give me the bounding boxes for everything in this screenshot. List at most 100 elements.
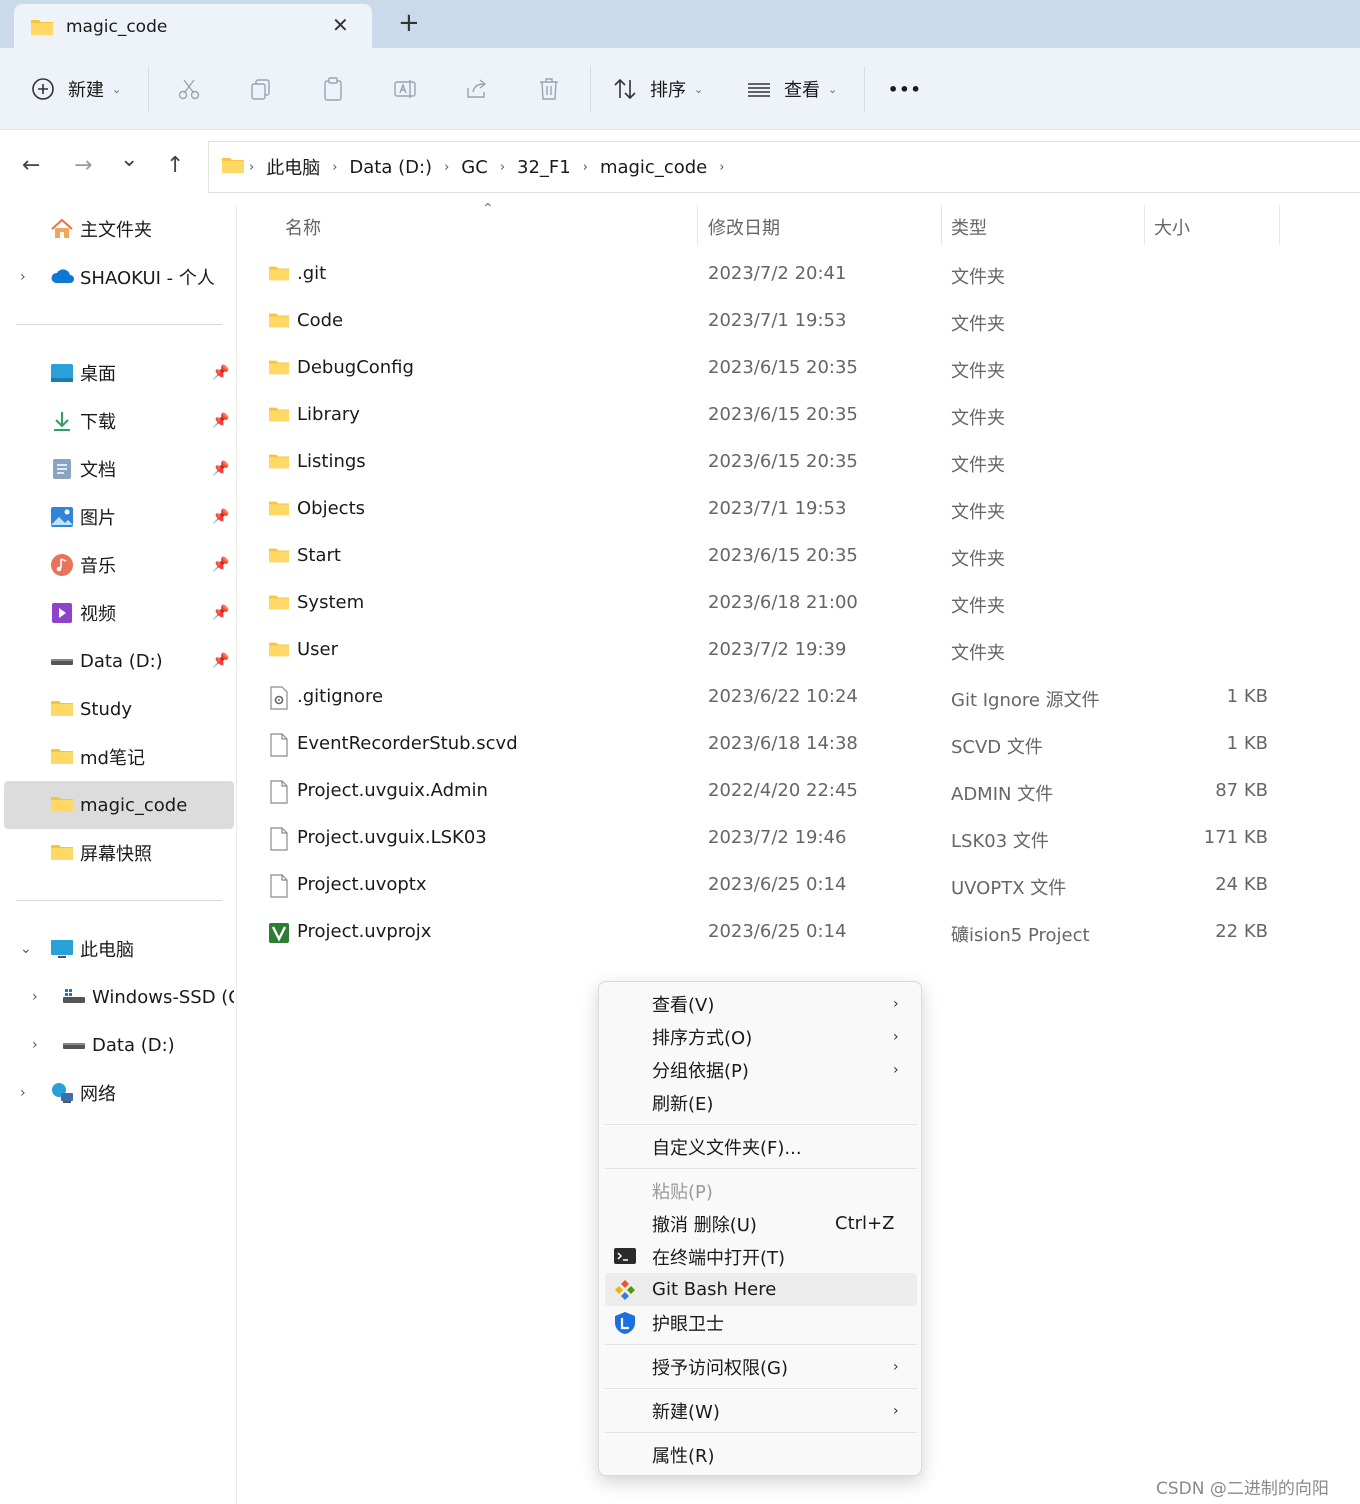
close-tab-icon[interactable]: ✕ [332, 13, 349, 37]
chevron-right-icon[interactable]: › [20, 1085, 26, 1101]
file-row[interactable]: Library 2023/6/15 20:35 文件夹 [238, 392, 1360, 439]
breadcrumb-32-f1[interactable]: 32_F1 [517, 157, 571, 178]
menu-item-undo-delete[interactable]: 撤消 删除(U) Ctrl+Z [605, 1207, 917, 1240]
column-header-size[interactable]: 大小 [1154, 205, 1190, 249]
breadcrumb-magic-code[interactable]: magic_code [600, 157, 707, 178]
sidebar-item-data-d[interactable]: › Data (D:) [0, 1021, 237, 1069]
sidebar-item-videos[interactable]: 视频 📌 [0, 589, 237, 637]
share-button[interactable] [464, 48, 490, 130]
sidebar-item-label: 音乐 [80, 556, 116, 577]
chevron-down-icon[interactable]: ⌄ [20, 941, 32, 957]
file-row[interactable]: Project.uvguix.LSK03 2023/7/2 19:46 LSK03 … [238, 815, 1360, 862]
pin-icon[interactable]: 📌 [212, 653, 229, 669]
sidebar-item-downloads[interactable]: 下载 📌 [0, 397, 237, 445]
sidebar-item-onedrive[interactable]: › SHAOKUI - 个人 [0, 253, 237, 301]
folder-icon [50, 841, 74, 865]
menu-item-git-bash-here[interactable]: Git Bash Here [605, 1273, 917, 1306]
sort-button[interactable]: 排序 ⌄ [612, 48, 703, 130]
chevron-right-icon: › [332, 159, 338, 175]
pin-icon[interactable]: 📌 [212, 509, 229, 525]
sidebar-item-music[interactable]: 音乐 📌 [0, 541, 237, 589]
chevron-right-icon[interactable]: › [32, 989, 38, 1005]
sidebar-item-home[interactable]: 主文件夹 [0, 205, 237, 253]
paste-button[interactable] [320, 48, 346, 130]
pin-icon[interactable]: 📌 [212, 365, 229, 381]
file-row[interactable]: Start 2023/6/15 20:35 文件夹 [238, 533, 1360, 580]
menu-item-customize-folder[interactable]: 自定义文件夹(F)... [605, 1130, 917, 1163]
pin-icon[interactable]: 📌 [212, 461, 229, 477]
sidebar-item-desktop[interactable]: 桌面 📌 [0, 349, 237, 397]
file-row[interactable]: EventRecorderStub.scvd 2023/6/18 14:38 SCV… [238, 721, 1360, 768]
pin-icon[interactable]: 📌 [212, 413, 229, 429]
menu-item-group[interactable]: 分组依据(P) › [605, 1053, 917, 1086]
menu-item-refresh[interactable]: 刷新(E) [605, 1086, 917, 1119]
column-divider[interactable] [697, 205, 698, 245]
copy-button[interactable] [248, 48, 274, 130]
breadcrumb-data-d[interactable]: Data (D:) [349, 157, 432, 178]
file-modified-date: 2023/6/15 20:35 [708, 545, 858, 566]
column-header-date[interactable]: 修改日期 [708, 205, 780, 249]
column-header-name[interactable]: 名称 [285, 205, 321, 249]
up-arrow-icon[interactable]: ↑ [166, 153, 184, 178]
more-options-button[interactable]: ••• [888, 48, 922, 130]
file-row[interactable]: .git 2023/7/2 20:41 文件夹 [238, 251, 1360, 298]
chevron-right-icon: › [719, 159, 725, 175]
menu-item-open-terminal[interactable]: 在终端中打开(T) [605, 1240, 917, 1273]
back-arrow-icon[interactable]: ← [22, 153, 40, 178]
file-row[interactable]: Project.uvprojx 2023/6/25 0:14 礦ision5 Pro… [238, 909, 1360, 956]
file-row[interactable]: User 2023/7/2 19:39 文件夹 [238, 627, 1360, 674]
sidebar-item-this-pc[interactable]: ⌄ 此电脑 [0, 925, 237, 973]
address-bar[interactable]: › 此电脑 › Data (D:) › GC › 32_F1 › magic_c… [208, 141, 1360, 193]
sidebar-item-magic-code[interactable]: magic_code [4, 781, 234, 829]
sidebar-item-data-drive[interactable]: Data (D:) 📌 [0, 637, 237, 685]
file-row[interactable]: DebugConfig 2023/6/15 20:35 文件夹 [238, 345, 1360, 392]
tab-magic-code[interactable]: magic_code ✕ [14, 4, 372, 48]
file-row[interactable]: Project.uvguix.Admin 2022/4/20 22:45 ADMIN… [238, 768, 1360, 815]
file-row[interactable]: Objects 2023/7/1 19:53 文件夹 [238, 486, 1360, 533]
file-row[interactable]: Listings 2023/6/15 20:35 文件夹 [238, 439, 1360, 486]
sidebar-item-md-notes[interactable]: md笔记 [0, 733, 237, 781]
menu-item-view[interactable]: 查看(V) › [605, 987, 917, 1020]
breadcrumb-this-pc[interactable]: 此电脑 [266, 154, 320, 180]
scissors-icon [176, 76, 202, 102]
rename-button[interactable] [392, 48, 418, 130]
menu-item-properties[interactable]: 属性(R) [605, 1438, 917, 1471]
cut-button[interactable] [176, 48, 202, 130]
menu-item-grant-access[interactable]: 授予访问权限(G) › [605, 1350, 917, 1383]
folder-icon [268, 310, 290, 332]
file-row[interactable]: Code 2023/7/1 19:53 文件夹 [238, 298, 1360, 345]
delete-button[interactable] [536, 48, 562, 130]
file-row[interactable]: .gitignore 2023/6/22 10:24 Git Ignore 源文件 1… [238, 674, 1360, 721]
sidebar-item-windows-ssd[interactable]: › Windows-SSD (C [0, 973, 237, 1021]
view-button[interactable]: 查看 ⌄ [746, 48, 837, 130]
column-divider[interactable] [1279, 205, 1280, 245]
menu-item-eye-guard[interactable]: 护眼卫士 [605, 1306, 917, 1339]
sidebar-item-network[interactable]: › 网络 [0, 1069, 237, 1117]
pin-icon[interactable]: 📌 [212, 605, 229, 621]
menu-item-new[interactable]: 新建(W) › [605, 1394, 917, 1427]
file-size: 24 KB [1215, 874, 1268, 895]
sidebar-item-study[interactable]: Study [0, 685, 237, 733]
chevron-right-icon: › [893, 995, 899, 1012]
recent-locations-icon[interactable]: ⌄ [120, 147, 138, 172]
chevron-right-icon[interactable]: › [20, 269, 26, 285]
menu-item-sort[interactable]: 排序方式(O) › [605, 1020, 917, 1053]
column-divider[interactable] [941, 205, 942, 245]
new-button[interactable]: 新建 ⌄ [30, 48, 121, 130]
new-tab-button[interactable]: + [398, 8, 420, 38]
divider [16, 900, 222, 901]
sidebar-item-screenshots[interactable]: 屏幕快照 [0, 829, 237, 877]
sidebar-item-pictures[interactable]: 图片 📌 [0, 493, 237, 541]
forward-arrow-icon[interactable]: → [74, 153, 92, 178]
breadcrumb-gc[interactable]: GC [461, 157, 488, 178]
sidebar-item-label: 主文件夹 [80, 220, 152, 241]
file-row[interactable]: Project.uvoptx 2023/6/25 0:14 UVOPTX 文件 24 … [238, 862, 1360, 909]
sidebar-item-documents[interactable]: 文档 📌 [0, 445, 237, 493]
share-icon [464, 76, 490, 102]
pin-icon[interactable]: 📌 [212, 557, 229, 573]
column-header-type[interactable]: 类型 [951, 205, 987, 249]
chevron-right-icon[interactable]: › [32, 1037, 38, 1053]
column-divider[interactable] [1144, 205, 1145, 245]
menu-item-paste[interactable]: 粘贴(P) [605, 1174, 917, 1207]
file-row[interactable]: System 2023/6/18 21:00 文件夹 [238, 580, 1360, 627]
